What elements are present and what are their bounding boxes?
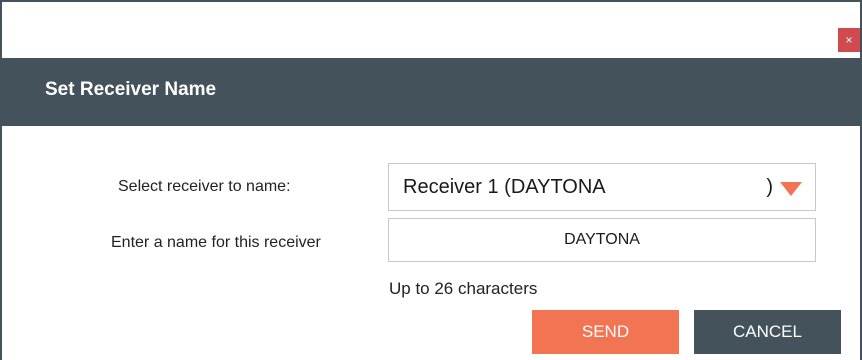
close-button[interactable]: × (838, 28, 860, 52)
close-icon: × (845, 33, 853, 47)
triangle-down-icon (780, 182, 802, 196)
set-receiver-name-dialog: × Set Receiver Name Select receiver to n… (0, 0, 862, 360)
receiver-select-value: Receiver 1 (DAYTONA (403, 176, 606, 198)
receiver-select-suffix: ) (766, 176, 773, 198)
dialog-title: Set Receiver Name (45, 79, 217, 100)
select-receiver-label: Select receiver to name: (118, 178, 291, 195)
send-button[interactable]: SEND (532, 310, 679, 354)
receiver-select[interactable]: Receiver 1 (DAYTONA ) (388, 163, 816, 211)
receiver-name-input[interactable] (388, 218, 816, 262)
receiver-name-label: Enter a name for this receiver (111, 234, 321, 251)
dialog-header: Set Receiver Name (2, 58, 862, 126)
cancel-button[interactable]: CANCEL (694, 310, 841, 354)
character-limit-hint: Up to 26 characters (389, 279, 538, 298)
